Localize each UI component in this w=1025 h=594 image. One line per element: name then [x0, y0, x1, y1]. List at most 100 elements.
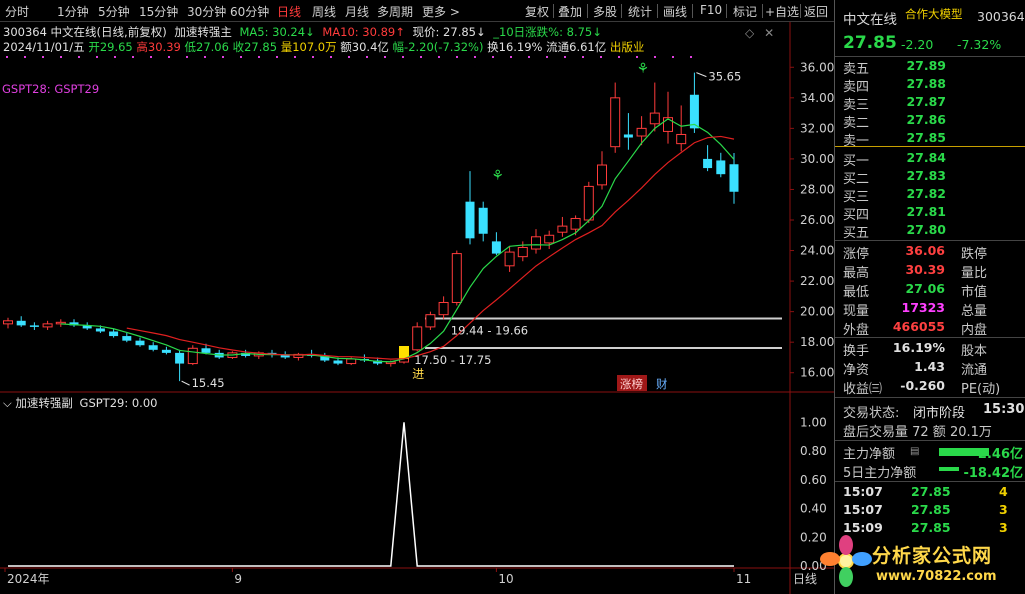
bid-row[interactable]: 买五 27.80	[835, 222, 1025, 241]
candle-body	[703, 158, 713, 169]
candle-body	[517, 246, 528, 258]
ask-row[interactable]: 卖四 27.88	[835, 76, 1025, 95]
trade-time: 15:30	[983, 402, 1025, 417]
tick-volume: 3	[999, 502, 1008, 517]
stat-value: 16.19%	[892, 340, 945, 355]
peak-label: 35.65	[708, 70, 741, 84]
candle-body	[557, 225, 568, 233]
watermark-logo: 分析家公式网 www.70822.com	[820, 533, 1020, 589]
top-marker-dot	[582, 56, 584, 58]
industry-tag[interactable]: 出版业	[610, 40, 645, 54]
candle-body	[95, 328, 105, 332]
tick-volume: 4	[999, 484, 1008, 499]
candle-body	[122, 336, 132, 341]
chart-grid	[0, 22, 834, 594]
kline-chart[interactable]: 36.00 34.00 32.00 30.00 28.00 26.00 24.00 22.00…	[0, 0, 834, 594]
bid-row[interactable]: 买三 27.82	[835, 186, 1025, 205]
candle-body	[412, 326, 423, 351]
bid-row-label: 买一	[843, 154, 870, 169]
low-pointer	[181, 380, 190, 386]
bar-date: 2024/11/01/五	[3, 40, 85, 54]
sub-tick-label: 0.80	[800, 444, 827, 458]
stat-value: 36.06	[905, 243, 945, 258]
top-marker-dot	[96, 56, 98, 58]
candle-body	[42, 323, 53, 328]
stat-label-right: 总量	[961, 304, 988, 319]
main-fund-value: -2.46亿	[972, 447, 1023, 462]
bid-row-label: 买二	[843, 172, 870, 187]
bid-row[interactable]: 买四 27.81	[835, 204, 1025, 223]
top-marker-dot	[348, 56, 350, 58]
candle-body	[716, 160, 726, 175]
candle-body	[663, 117, 673, 132]
stat-label-right: 量比	[961, 266, 988, 281]
candle-body	[504, 251, 515, 267]
candle-body	[187, 347, 198, 365]
stock-title: 300364 中文在线(日线,前复权)	[3, 25, 167, 39]
stat-value: 27.06	[905, 281, 945, 296]
price-tick-label: 24.00	[800, 244, 834, 258]
top-marker-dot	[222, 56, 224, 58]
diamond-icon[interactable]: ◇	[745, 26, 754, 40]
candle-body	[729, 164, 739, 192]
stat-label: 收益㈢	[843, 382, 883, 397]
ten-day-change: _10日涨跌%: 8.75↓	[493, 25, 602, 39]
date-tick-label: 11	[736, 572, 751, 586]
bid-row[interactable]: 买二 27.83	[835, 168, 1025, 187]
top-marker-dot	[240, 56, 242, 58]
top-marker-dot	[492, 56, 494, 58]
sub-tick-label: 0.40	[800, 502, 827, 516]
top-marker-dot	[330, 56, 332, 58]
ask-row[interactable]: 卖五 27.89	[835, 58, 1025, 77]
top-marker-dot	[384, 56, 386, 58]
top-marker-dot	[600, 56, 602, 58]
divider	[835, 56, 1025, 57]
chevron-down-icon[interactable]: ⌵	[3, 396, 12, 410]
candle-body	[135, 340, 145, 346]
chart-header-line2: 2024/11/01/五 开29.65 高30.39 低27.06 收27.85…	[3, 39, 644, 55]
range-label-2: 17.50 - 17.75	[414, 353, 491, 367]
candle-body	[610, 97, 621, 148]
bid-row-value: 27.83	[906, 168, 946, 183]
ask-row-label: 卖五	[843, 62, 870, 77]
top-marker-dot	[186, 56, 188, 58]
top-marker-dot	[204, 56, 206, 58]
buy-signal-icon: ⚘	[491, 168, 504, 184]
candle-body	[451, 253, 462, 303]
divider	[835, 240, 1025, 241]
stat-label-right: 内盘	[961, 323, 988, 338]
five-day-fund-label: 5日主力净额	[843, 466, 917, 481]
top-marker-dot	[654, 56, 656, 58]
bid-row[interactable]: 买一 27.84	[835, 150, 1025, 169]
candle-body	[438, 301, 449, 316]
top-marker-dot	[132, 56, 134, 58]
bar-low: 低27.06	[184, 40, 229, 54]
ask-row[interactable]: 卖三 27.87	[835, 94, 1025, 113]
price-tick-label: 36.00	[800, 60, 834, 74]
bid-row-label: 买三	[843, 190, 870, 205]
candle-body	[689, 94, 699, 129]
top-marker-dot	[24, 56, 26, 58]
list-icon[interactable]: ▤	[910, 446, 919, 457]
price-tick-label: 28.00	[800, 182, 834, 196]
logo-name: 分析家公式网	[872, 545, 993, 567]
close-icon[interactable]: ✕	[764, 26, 774, 40]
candle-body	[29, 325, 39, 327]
top-marker-dot	[510, 56, 512, 58]
candle-body	[175, 352, 185, 364]
bar-amount: 额30.4亿	[340, 40, 389, 54]
sub-indicator-plot	[8, 422, 734, 567]
ask-row[interactable]: 卖二 27.86	[835, 112, 1025, 131]
sub-indicator-name[interactable]: 加速转强副	[15, 396, 73, 410]
candle-body	[161, 349, 171, 353]
ai-model-badge[interactable]: 合作大模型	[905, 6, 963, 22]
price-tick-label: 18.00	[800, 335, 834, 349]
top-marker-dot	[474, 56, 476, 58]
candle-body	[333, 360, 343, 364]
candle-body	[3, 320, 13, 325]
panel-stock-code: 300364	[977, 9, 1025, 24]
five-day-fund-value: -18.42亿	[963, 466, 1023, 481]
price-tick-label: 16.00	[800, 366, 834, 380]
ma10-value: MA10: 30.89↑	[322, 25, 405, 39]
main-indicator-name[interactable]: 加速转强主	[174, 25, 232, 39]
